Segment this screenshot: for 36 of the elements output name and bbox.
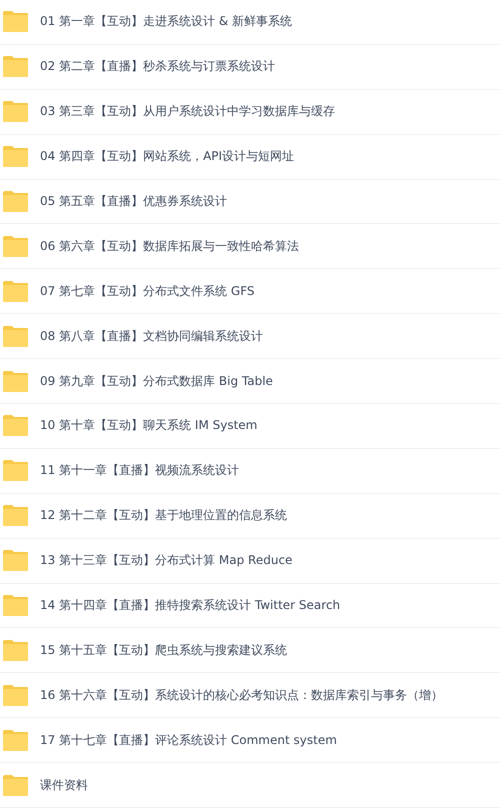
folder-icon: [2, 324, 29, 348]
folder-name[interactable]: 05 第五章【直播】优惠券系统设计: [40, 193, 228, 210]
folder-icon: [2, 145, 29, 168]
folder-name[interactable]: 09 第九章【互动】分布式数据库 Big Table: [40, 372, 273, 390]
folder-icon: [2, 684, 29, 707]
folder-icon: [2, 774, 29, 797]
folder-name[interactable]: 07 第七章【互动】分布式文件系统 GFS: [40, 282, 255, 300]
folder-icon: [2, 370, 29, 393]
folder-icon: [2, 594, 29, 618]
folder-name[interactable]: 16 第十六章【互动】系统设计的核心必考知识点：数据库索引与事务（增）: [40, 686, 444, 704]
folder-name[interactable]: 06 第六章【互动】数据库拓展与一致性哈希算法: [40, 238, 300, 255]
folder-name[interactable]: 课件资料: [40, 776, 88, 794]
folder-name[interactable]: 11 第十一章【直播】视频流系统设计: [40, 462, 240, 480]
folder-icon: [2, 414, 29, 438]
folder-icon: [2, 100, 29, 124]
folder-name[interactable]: 10 第十章【互动】聊天系统 IM System: [40, 417, 258, 434]
folder-name[interactable]: 15 第十五章【互动】爬虫系统与搜索建议系统: [40, 642, 288, 659]
folder-icon: [2, 638, 29, 662]
folder-icon: [2, 728, 29, 752]
folder-name[interactable]: 03 第三章【互动】从用户系统设计中学习数据库与缓存: [40, 103, 336, 120]
folder-name[interactable]: 13 第十三章【互动】分布式计算 Map Reduce: [40, 552, 292, 570]
folder-icon: [2, 190, 29, 213]
folder-name[interactable]: 14 第十四章【直播】推特搜索系统设计 Twitter Search: [40, 597, 340, 614]
folder-icon: [2, 504, 29, 528]
folder-icon: [2, 549, 29, 572]
folder-icon: [2, 280, 29, 303]
folder-name[interactable]: 17 第十七章【直播】评论系统设计 Comment system: [40, 732, 337, 749]
folder-name[interactable]: 08 第八章【直播】文档协同编辑系统设计: [40, 328, 264, 345]
folder-icon: [2, 10, 29, 34]
folder-icon: [2, 459, 29, 482]
folder-name[interactable]: 04 第四章【互动】网站系统，API设计与短网址: [40, 148, 294, 166]
folder-icon: [2, 234, 29, 258]
folder-icon: [2, 55, 29, 78]
folder-name[interactable]: 01 第一章【互动】走进系统设计 & 新鲜事系统: [40, 13, 292, 30]
folder-name[interactable]: 02 第二章【直播】秒杀系统与订票系统设计: [40, 58, 276, 76]
folder-name[interactable]: 12 第十二章【互动】基于地理位置的信息系统: [40, 507, 288, 524]
